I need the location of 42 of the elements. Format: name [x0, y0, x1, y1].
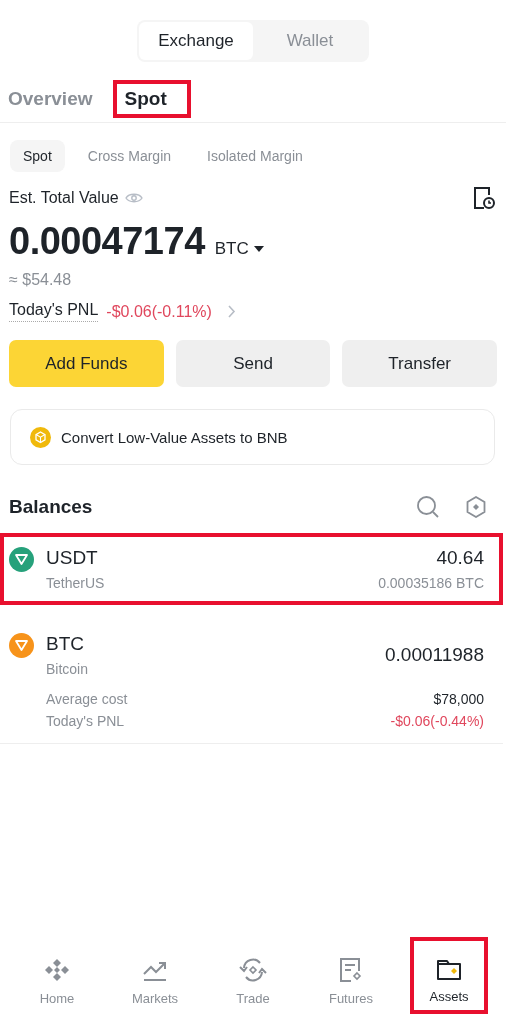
detail-label: Average cost [46, 691, 128, 707]
segment-tab[interactable]: Exchange [139, 22, 253, 60]
chevron-right-icon[interactable] [227, 305, 236, 318]
total-value-label: Est. Total Value [9, 189, 119, 207]
action-button[interactable]: Add Funds [9, 340, 164, 387]
pnl-label: Today's PNL [9, 301, 99, 322]
asset-amount: 40.64 [436, 547, 484, 569]
section-title: Balances [9, 496, 94, 518]
action-button[interactable]: Send [175, 340, 331, 387]
circular-arrows-icon [239, 957, 267, 983]
hexagon-icon[interactable] [466, 496, 486, 518]
asset-row[interactable]: BTC Bitcoin 0.00011988 Average cost $78,000 Today's PNL -$0.06(-0.44%) [0, 619, 503, 744]
detail-value: -$0.06(-0.44%) [390, 713, 484, 729]
asset-btc-value: 0.00035186 BTC [378, 575, 484, 591]
asset-row[interactable]: USDT 40.64 TetherUS 0.00035186 BTC [0, 533, 503, 605]
search-icon[interactable] [416, 495, 440, 519]
tab[interactable]: Spot [112, 80, 191, 118]
action-button[interactable]: Transfer [342, 340, 497, 387]
convert-banner[interactable]: Convert Low-Value Assets to BNB [10, 409, 495, 465]
asset-name: TetherUS [46, 575, 105, 591]
total-value: 0.00047174 [9, 220, 205, 263]
fiat-value: ≈ $54.48 [9, 271, 73, 289]
banner-text: Convert Low-Value Assets to BNB [61, 428, 288, 446]
coin-icon [9, 633, 34, 658]
asset-name: Bitcoin [46, 661, 89, 677]
asset-symbol: USDT [46, 547, 98, 569]
currency-selector[interactable]: BTC [214, 239, 249, 259]
asset-amount: 0.00011988 [385, 644, 484, 666]
pnl-value: -$0.06(-0.11%) [106, 302, 212, 321]
asset-symbol: BTC [46, 633, 85, 655]
wallet-icon [436, 957, 462, 981]
detail-label: Today's PNL [46, 713, 125, 729]
document-icon [339, 957, 363, 983]
nav-tab[interactable]: Assets [410, 937, 488, 1014]
detail-value: $78,000 [433, 691, 484, 707]
history-icon[interactable] [473, 186, 495, 210]
eye-icon[interactable] [124, 192, 143, 204]
diamond-cluster-icon [44, 957, 70, 983]
coin-icon [30, 426, 51, 448]
sub-tab[interactable]: Spot [10, 140, 65, 172]
caret-icon[interactable] [253, 246, 264, 252]
coin-icon [9, 547, 34, 572]
